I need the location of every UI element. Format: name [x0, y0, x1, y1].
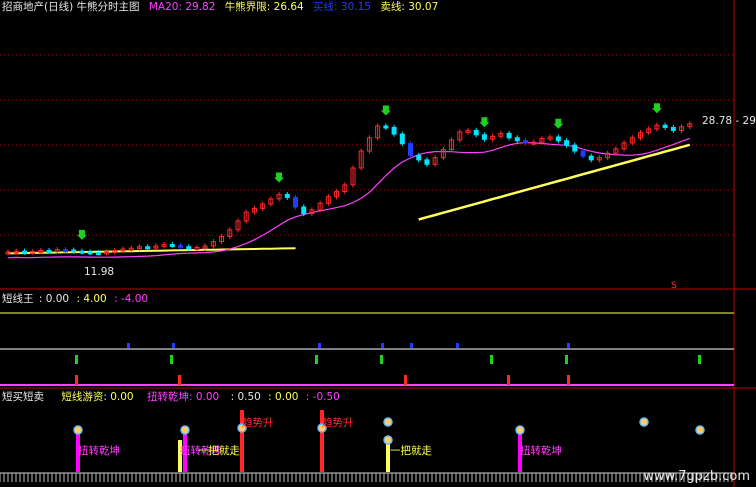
signal-drop-icon — [695, 425, 705, 435]
candle-body — [523, 140, 528, 144]
buy-line-label: 买线: 30.15 — [313, 1, 371, 13]
candle-body — [46, 249, 52, 253]
s-marker-label: S — [671, 281, 677, 291]
green-arrow-icon — [380, 105, 391, 116]
candle-body — [87, 251, 93, 255]
candle-body — [186, 246, 192, 250]
panel2-blue-signal — [127, 343, 130, 348]
green-arrow-icon — [651, 103, 662, 114]
candle-body — [424, 159, 430, 165]
annotation-qushisheng-1: 趋势升 — [242, 417, 274, 429]
signal-drop-icon — [639, 417, 649, 427]
annotation-niuzhuan-1: 扭转乾坤 — [78, 445, 120, 457]
green-arrow-icon — [274, 172, 285, 183]
ma20-label: MA20: 29.82 — [148, 1, 216, 13]
candle-body — [79, 250, 85, 254]
panel2-green-signal — [170, 355, 173, 364]
candle-body — [95, 252, 101, 256]
candle-body — [588, 155, 594, 161]
panel2-green-signal — [380, 355, 383, 364]
signal-drop-icon — [180, 425, 190, 435]
panel2-green-signal — [315, 355, 318, 364]
candle-body — [391, 126, 397, 135]
panel3-title: 短买短卖 — [2, 391, 44, 403]
low-price-label: 11.98 — [84, 266, 115, 278]
candle-body — [71, 249, 77, 253]
bull-bear-line — [418, 143, 691, 221]
candle-body — [145, 246, 151, 250]
panel2-green-signal — [75, 355, 78, 364]
panel2-value-1: : 0.00 — [38, 293, 70, 305]
panel2-green-signal — [565, 355, 568, 364]
grid-lines — [0, 0, 756, 487]
candle-body — [564, 140, 570, 146]
panel3-label-a: 短线游资: 0.00 — [61, 391, 134, 403]
sell-line-label: 卖线: 30.07 — [380, 1, 439, 13]
panel2-red-signal — [178, 375, 181, 385]
panel2-blue-signal — [381, 343, 384, 348]
panel2-title: 短线王 — [2, 293, 34, 305]
panel3-value-1: : 0.50 — [230, 391, 261, 403]
candle-body — [506, 132, 512, 139]
green-arrow-icon — [479, 117, 490, 128]
candle-body — [662, 124, 668, 128]
candle-body — [580, 150, 586, 157]
panel3-header: 短买短卖 短线游资: 0.00 扭转乾坤: 0.00 : 0.50 : 0.00… — [2, 391, 346, 404]
candle-body — [293, 196, 298, 208]
annotation-yibajiuzou-1: 一把就走 — [198, 445, 240, 457]
chart-canvas — [0, 0, 756, 487]
candle-body — [301, 206, 307, 215]
signal-drop-icon — [515, 425, 525, 435]
annotation-qushisheng-2: 趋势升 — [322, 417, 354, 429]
panel3-label-b: 扭转乾坤: 0.00 — [146, 391, 220, 403]
panel2-blue-signal — [410, 343, 413, 348]
panel2-blue-signal — [318, 343, 321, 348]
candle-body — [178, 244, 183, 248]
watermark: www.7gpzb.com — [643, 469, 750, 484]
annotation-niuzhuan-2: 扭转乾坤 — [520, 445, 562, 457]
panel2-red-signal — [507, 375, 510, 385]
signal-drop-icon — [383, 417, 393, 427]
panel2-value-2: : 4.00 — [76, 293, 107, 305]
candle-body — [481, 134, 487, 140]
candle-body — [284, 193, 290, 198]
candle-body — [408, 143, 413, 156]
candle-body — [169, 244, 175, 248]
candle-body — [572, 144, 578, 152]
panel2-red-signal — [404, 375, 407, 385]
panel2-red-signal — [75, 375, 78, 385]
green-arrow-icon — [553, 118, 564, 129]
panel2-green-signal — [490, 355, 493, 364]
candle-body — [473, 129, 479, 136]
signal-drop-icon — [73, 425, 83, 435]
panel2-blue-signal — [172, 343, 175, 348]
panel2-green-signal — [698, 355, 701, 364]
candle-body — [670, 126, 676, 131]
main-header: 招商地产(日线) 牛熊分时主图 MA20: 29.82 牛熊界限: 26.64 … — [2, 1, 444, 14]
bull-bear-label: 牛熊界限: 26.64 — [224, 1, 304, 13]
candle-body — [63, 249, 68, 253]
candle-body — [416, 154, 422, 161]
panel2-blue-signal — [567, 343, 570, 348]
panel2-value-3: : -4.00 — [114, 293, 149, 305]
price-range-label: 28.78 - 29.00 — [702, 115, 756, 127]
green-arrow-icon — [76, 229, 87, 240]
main-title: 招商地产(日线) 牛熊分时主图 — [2, 1, 140, 13]
candle-body — [383, 125, 389, 129]
candle-body — [399, 133, 405, 145]
panel2-header: 短线王 : 0.00 : 4.00 : -4.00 — [2, 293, 154, 306]
annotation-yibajiuzou-2: 一把就走 — [390, 445, 432, 457]
candle-body — [21, 250, 27, 254]
ma20-line — [7, 137, 691, 259]
candle-body — [514, 137, 520, 142]
signal-drop-icon — [383, 435, 393, 445]
indicator-panel-duanxianwang — [0, 312, 734, 386]
panel3-value-3: : -0.50 — [305, 391, 340, 403]
panel2-blue-signal — [456, 343, 459, 348]
candle-body — [555, 136, 561, 142]
panel3-value-2: : 0.00 — [268, 391, 299, 403]
panel2-red-signal — [567, 375, 570, 385]
